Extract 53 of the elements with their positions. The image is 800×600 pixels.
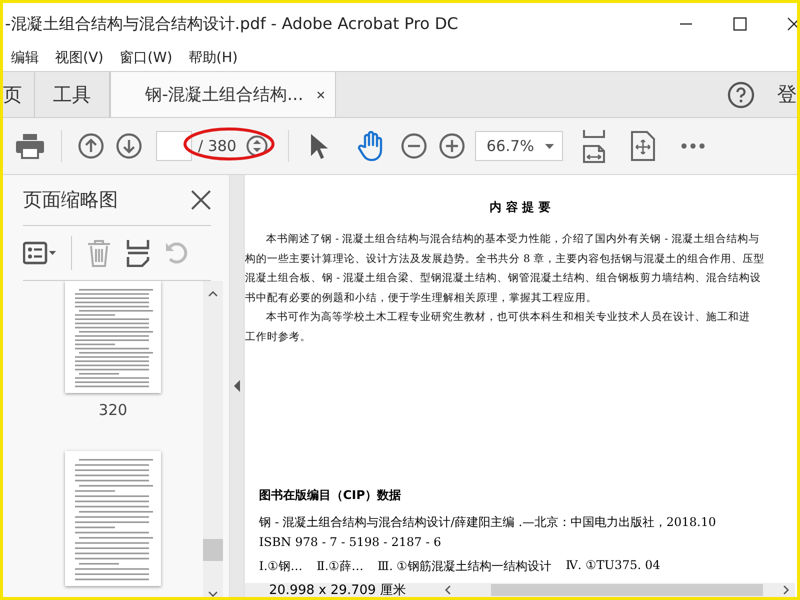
page-total: / 380 (198, 137, 236, 155)
classification-entry: Ⅰ.①钢… (259, 558, 303, 575)
menu-item[interactable]: 视图(V) (49, 47, 110, 69)
menu-item[interactable]: 编辑 (5, 47, 45, 69)
body-text-line: 混凝土组合板、钢 - 混凝土组合梁、型钢混凝土结构、钢管混凝土结构、组合钢板剪力墙结构、混合结构设 (245, 271, 762, 286)
print-icon[interactable] (15, 133, 45, 159)
tab[interactable]: 钢-混凝土组合结构... (110, 72, 336, 117)
sign-in-link[interactable]: 登 (777, 81, 797, 108)
page-down-icon[interactable] (116, 133, 142, 159)
page-thumbnail[interactable] (65, 451, 161, 586)
section-heading: 内 容 提 要 (488, 199, 552, 216)
body-text-line: 工作时参考。 (245, 330, 312, 344)
page-number-field[interactable] (156, 131, 192, 161)
window-title: -混凝土组合结构与混合结构设计.pdf - Adobe Acrobat Pro DC (4, 14, 460, 34)
scroll-down-icon[interactable] (208, 591, 218, 597)
page-extract-icon[interactable] (126, 239, 150, 267)
more-icon[interactable] (681, 143, 706, 149)
page-up-icon[interactable] (78, 133, 104, 159)
scrollbar-thumb[interactable] (203, 539, 223, 561)
scroll-up-icon[interactable] (208, 291, 218, 297)
cip-text-line: 钢 - 混凝土组合结构与混合结构设计/薛建阳主编 .—北京：中国电力出版社，2018.10 (259, 514, 717, 531)
help-icon[interactable] (727, 80, 755, 108)
classification-entry: Ⅱ.①薛… (316, 558, 364, 575)
zoom-out-icon[interactable] (401, 133, 428, 159)
maximize-icon[interactable] (733, 17, 747, 31)
menu-item[interactable]: 帮助(H) (182, 47, 244, 69)
close-icon[interactable] (191, 190, 211, 210)
cip-heading: 图书在版编目（CIP）数据 (259, 487, 402, 504)
page-size-label: 20.998 x 29.709 厘米 (268, 582, 408, 599)
scroll-left-icon[interactable] (445, 585, 451, 595)
options-menu-icon[interactable] (23, 241, 57, 265)
collapse-arrow-icon[interactable] (234, 380, 240, 392)
zoom-dropdown[interactable]: 66.7% (475, 131, 564, 161)
classification-entry: Ⅲ. ①钢筋混凝土结构一结构设计 (378, 558, 552, 575)
page-move-icon[interactable] (631, 131, 656, 161)
zoom-in-icon[interactable] (439, 133, 466, 159)
close-icon[interactable] (317, 90, 325, 100)
body-text-line: 书中配有必要的例题和小结，便于学生理解相关原理，掌握其工程应用。 (245, 290, 598, 306)
page-number-label: 320 (98, 401, 128, 419)
body-text-line: 本书阐述了钢 - 混凝土组合结构与混合结构的基本受力性能，介绍了国内外有关钢 - 混凝土组合结构与 (265, 232, 760, 247)
classification-entry: Ⅳ. ①TU375. 04 (566, 558, 660, 574)
tab[interactable]: 页 (3, 72, 35, 117)
stepper-icon[interactable] (246, 135, 268, 157)
close-icon[interactable] (787, 17, 797, 31)
cip-text-line: ISBN 978 - 7 - 5198 - 2187 - 6 (259, 534, 442, 551)
panel-title: 页面缩略图 (23, 188, 118, 213)
menu-item[interactable]: 窗口(W) (114, 47, 178, 69)
body-text-line: 本书可作为高等学校土木工程专业研究生教材，也可供本科生和相关专业技术人员在设计、施工和进 (265, 310, 751, 325)
page-thumbnail[interactable] (65, 281, 161, 393)
scroll-right-icon[interactable] (783, 585, 789, 595)
fit-page-icon[interactable] (583, 129, 606, 163)
caret-icon (545, 144, 554, 148)
body-text-line: 构的一些主要计算理论、设计方法及发展趋势。全书共分 8 章，主要内容包括钢与混凝土的组合作用、压型 (245, 252, 766, 266)
